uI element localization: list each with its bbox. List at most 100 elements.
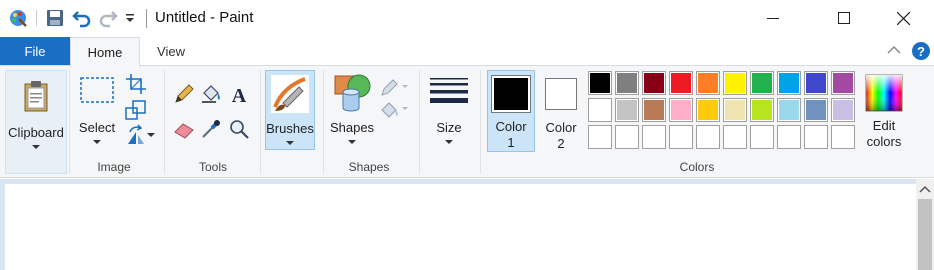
clipboard-icon	[24, 81, 48, 112]
swatch-fill	[832, 72, 854, 94]
outline-icon[interactable]	[379, 76, 409, 98]
rotate-dropdown-arrow-icon[interactable]	[147, 133, 155, 137]
color2-swatch	[545, 78, 577, 110]
empty-color-swatch[interactable]	[750, 125, 774, 149]
color1-label-line2: 1	[507, 135, 515, 150]
color-swatch[interactable]	[615, 71, 639, 95]
color-swatch[interactable]	[777, 71, 801, 95]
clipboard-button[interactable]: Clipboard	[5, 70, 67, 174]
magnifier-icon[interactable]	[228, 118, 250, 140]
color-swatch[interactable]	[615, 98, 639, 122]
color1-swatch	[491, 75, 531, 113]
swatch-fill	[643, 126, 665, 148]
crop-icon[interactable]	[125, 73, 147, 95]
empty-color-swatch[interactable]	[777, 125, 801, 149]
paint-app-icon[interactable]	[8, 8, 28, 28]
shapes-button[interactable]: Shapes	[328, 72, 376, 150]
help-icon[interactable]: ?	[911, 41, 931, 61]
drawing-canvas[interactable]	[5, 184, 916, 270]
edit-colors-button[interactable]: Edit colors	[860, 70, 908, 152]
clipboard-label: Clipboard	[8, 125, 64, 140]
empty-color-swatch[interactable]	[831, 125, 855, 149]
save-icon[interactable]	[46, 9, 64, 27]
tab-home[interactable]: Home	[70, 37, 140, 67]
ribbon-panel: Clipboard Select Image A Tools Brushes S…	[0, 65, 934, 178]
tab-file[interactable]: File	[0, 37, 70, 65]
empty-color-swatch[interactable]	[804, 125, 828, 149]
empty-color-swatch[interactable]	[696, 125, 720, 149]
close-button[interactable]	[880, 0, 926, 36]
empty-color-swatch[interactable]	[588, 125, 612, 149]
close-icon	[896, 11, 910, 25]
color-swatch[interactable]	[831, 71, 855, 95]
brushes-button[interactable]: Brushes	[265, 70, 315, 150]
color-swatch[interactable]	[750, 71, 774, 95]
tab-view[interactable]: View	[140, 37, 202, 65]
pencil-icon[interactable]	[173, 83, 195, 105]
swatch-fill	[589, 126, 611, 148]
fill-bucket-icon[interactable]	[200, 83, 222, 105]
empty-color-swatch[interactable]	[723, 125, 747, 149]
swatch-fill	[805, 126, 827, 148]
size-button[interactable]: Size	[425, 72, 473, 150]
color-swatch[interactable]	[750, 98, 774, 122]
color-swatch[interactable]	[723, 71, 747, 95]
minimize-button[interactable]	[750, 0, 796, 36]
chevron-down-icon	[445, 140, 453, 144]
swatch-fill	[751, 72, 773, 94]
swatch-fill	[670, 126, 692, 148]
color2-label-line1: Color	[545, 120, 577, 135]
color-swatch[interactable]	[696, 71, 720, 95]
maximize-button[interactable]	[821, 0, 867, 36]
empty-color-swatch[interactable]	[669, 125, 693, 149]
color1-label-line1: Color	[495, 119, 527, 134]
eraser-icon[interactable]	[173, 118, 195, 140]
color-swatch[interactable]	[723, 98, 747, 122]
chevron-down-icon	[348, 140, 356, 144]
scroll-up-icon[interactable]	[919, 185, 931, 193]
scrollbar-thumb[interactable]	[918, 199, 932, 270]
undo-icon[interactable]	[72, 8, 92, 28]
color-swatch[interactable]	[696, 98, 720, 122]
color-swatch[interactable]	[642, 98, 666, 122]
shapes-icon	[334, 74, 371, 112]
group-separator	[164, 70, 165, 174]
color-swatch[interactable]	[669, 71, 693, 95]
edit-colors-label-line1: Edit	[872, 118, 896, 133]
swatch-fill	[724, 126, 746, 148]
color-swatch[interactable]	[777, 98, 801, 122]
color-swatch[interactable]	[669, 98, 693, 122]
ribbon-tab-row: File Home View ?	[0, 37, 934, 67]
collapse-ribbon-icon[interactable]	[887, 45, 901, 55]
empty-color-swatch[interactable]	[615, 125, 639, 149]
brushes-label: Brushes	[266, 121, 314, 136]
color-swatch[interactable]	[588, 71, 612, 95]
customize-quick-access-icon[interactable]	[125, 12, 135, 24]
swatch-fill	[751, 126, 773, 148]
swatch-fill	[778, 126, 800, 148]
swatch-fill	[805, 99, 827, 121]
text-tool-icon[interactable]: A	[228, 83, 250, 105]
empty-color-swatch[interactable]	[642, 125, 666, 149]
line-size-icon	[430, 78, 468, 103]
color-swatch[interactable]	[831, 98, 855, 122]
color1-button[interactable]: Color 1	[487, 70, 535, 152]
vertical-scrollbar[interactable]	[916, 179, 934, 270]
select-button[interactable]: Select	[74, 72, 120, 152]
rotate-icon[interactable]	[125, 124, 147, 146]
color-swatch[interactable]	[804, 98, 828, 122]
edit-colors-label-line2: colors	[866, 134, 902, 149]
color-picker-icon[interactable]	[200, 118, 222, 140]
chevron-down-icon	[32, 145, 40, 149]
image-group-label: Image	[97, 160, 131, 174]
svg-text:?: ?	[917, 44, 925, 59]
color-swatch[interactable]	[588, 98, 612, 122]
redo-icon[interactable]	[98, 8, 118, 28]
color-swatch[interactable]	[804, 71, 828, 95]
color-swatch[interactable]	[642, 71, 666, 95]
resize-icon[interactable]	[125, 99, 147, 121]
swatch-fill	[697, 72, 719, 94]
shapes-label: Shapes	[329, 120, 375, 135]
fill-icon[interactable]	[379, 98, 409, 120]
color2-button[interactable]: Color 2	[538, 70, 584, 152]
